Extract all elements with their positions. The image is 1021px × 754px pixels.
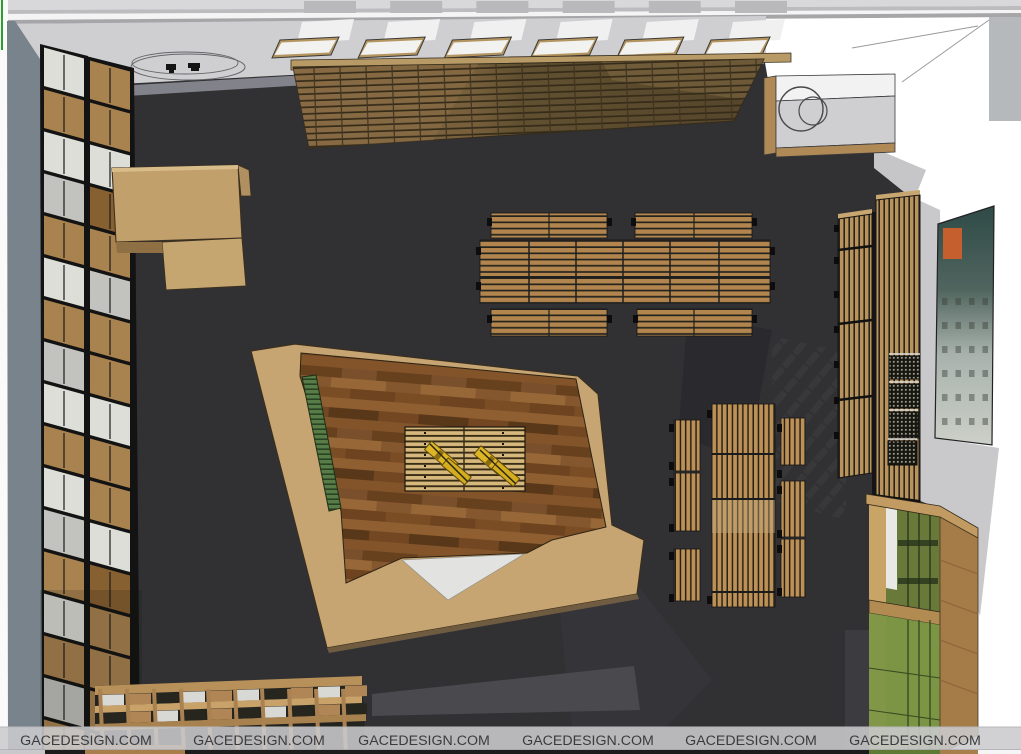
svg-text:GACEDESIGN.COM: GACEDESIGN.COM [20, 733, 152, 749]
svg-text:GACEDESIGN.COM: GACEDESIGN.COM [522, 733, 654, 749]
svg-text:GACEDESIGN.COM: GACEDESIGN.COM [685, 733, 817, 749]
svg-text:GACEDESIGN.COM: GACEDESIGN.COM [849, 733, 981, 749]
svg-text:GACEDESIGN.COM: GACEDESIGN.COM [193, 733, 325, 749]
svg-text:GACEDESIGN.COM: GACEDESIGN.COM [358, 733, 490, 749]
